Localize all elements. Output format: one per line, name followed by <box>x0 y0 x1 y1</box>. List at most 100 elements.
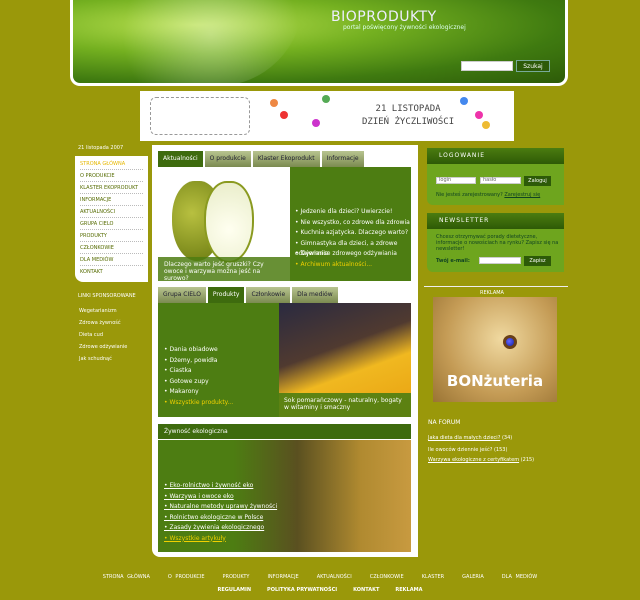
ad-brand: BONżuteria <box>446 372 544 390</box>
menu-item[interactable]: STRONA GŁÓWNA <box>80 158 143 170</box>
search-input[interactable] <box>461 61 513 71</box>
footer-link-regulamin[interactable]: REGULAMIN <box>218 587 252 593</box>
divider <box>424 286 568 287</box>
kids-illustration <box>150 97 250 135</box>
sponsor-link[interactable]: Zdrowe odżywianie <box>79 344 127 350</box>
tab-cielo[interactable]: Grupa CIELO <box>158 287 206 303</box>
footer-link[interactable]: GALERIA <box>462 574 484 580</box>
juice-image: Sok pomarańczowy - naturalny, bogaty w w… <box>279 303 411 417</box>
forum-link[interactable]: Warzywa ekologiczne z certyfikatem <box>428 457 519 463</box>
forum-link[interactable]: Jaka dieta dla małych dzieci? <box>428 435 500 441</box>
footer-link-contact[interactable]: KONTAKT <box>353 587 379 593</box>
tab-members[interactable]: Członkowie <box>246 287 291 303</box>
footer-link[interactable]: INFORMACJE <box>267 574 298 580</box>
tab-cluster[interactable]: Klaster Ekoprodukt <box>252 151 320 167</box>
menu-item[interactable]: INFORMACJE <box>80 194 143 206</box>
heart-icon <box>460 97 468 105</box>
forum-link[interactable]: Ile owoców dziennie jeść? <box>428 447 492 453</box>
footer-link[interactable]: KLASTER <box>422 574 444 580</box>
search-button[interactable]: Szukaj <box>516 60 550 72</box>
menu-item[interactable]: GRUPA CIELO <box>80 218 143 230</box>
bonzuteria-ad[interactable]: BONżuteria <box>433 297 557 402</box>
heart-icon <box>312 119 320 127</box>
news-caption[interactable]: Dlaczego warto jeść gruszki? Czy owoce i… <box>158 257 290 281</box>
footer-link[interactable]: AKTUALNOŚCI <box>317 574 352 580</box>
news-item[interactable]: Jedzenie dla dzieci? Uwierzcie! <box>295 207 411 218</box>
logo[interactable]: BIOPRODUKTY <box>331 9 437 25</box>
register-question: Nie jesteś zarejestrowany? <box>436 192 503 198</box>
eco-article[interactable]: Zasady żywienia ekologicznego <box>164 523 277 534</box>
leaf-image <box>73 0 303 83</box>
menu-item[interactable]: AKTUALNOŚCI <box>80 206 143 218</box>
footer-link[interactable]: PRODUKTY <box>223 574 250 580</box>
heart-icon <box>280 111 288 119</box>
tab-media[interactable]: Dla mediów <box>292 287 338 303</box>
eco-article[interactable]: Naturalne metody uprawy żywności <box>164 502 277 513</box>
news-item[interactable]: Tajemnice zdrowego odżywiania <box>295 249 411 260</box>
heart-icon <box>482 121 490 129</box>
footer-legal: REGULAMIN POLITYKA PRYWATNOŚCI KONTAKT REKL… <box>0 587 640 593</box>
menu-item[interactable]: KLASTER EKOPRODUKT <box>80 182 143 194</box>
news-item[interactable]: Gimnastyka dla dzieci, a zdrowe odżywian… <box>295 239 411 258</box>
footer-link[interactable]: STRONA GŁÓWNA <box>103 574 150 580</box>
menu-item[interactable]: KONTAKT <box>80 266 143 278</box>
footer-link-privacy[interactable]: POLITYKA PRYWATNOŚCI <box>267 587 337 593</box>
register-link[interactable]: Zarejestruj się <box>504 192 540 198</box>
product-item[interactable]: Gotowe zupy <box>164 377 233 388</box>
login-input[interactable]: login <box>436 177 476 184</box>
ad-label: REKLAMA <box>480 290 504 296</box>
product-item[interactable]: Makarony <box>164 387 233 398</box>
forum-count: (153) <box>493 447 508 453</box>
all-products-link[interactable]: Wszystkie produkty... <box>164 398 233 409</box>
eco-article[interactable]: Eko-rolnictwo i żywność eko <box>164 481 277 492</box>
eco-article[interactable]: Warzywa i owoce eko <box>164 492 277 503</box>
footer-link-ads[interactable]: REKLAMA <box>395 587 422 593</box>
subscribe-button[interactable]: Zapisz <box>524 256 551 266</box>
menu-item[interactable]: CZŁONKOWIE <box>80 242 143 254</box>
sponsor-link[interactable]: Wegetarianizm <box>79 308 117 314</box>
menu-item[interactable]: DLA MEDIÓW <box>80 254 143 266</box>
pear-image: Dlaczego warto jeść gruszki? Czy owoce i… <box>158 167 290 281</box>
product-item[interactable]: Ciastka <box>164 366 233 377</box>
products-box: Dania obiadowe Dżemy, powidła Ciastka Go… <box>158 303 411 417</box>
product-item[interactable]: Dżemy, powidła <box>164 356 233 367</box>
current-date: 21 listopada 2007 <box>78 145 124 151</box>
footer-link[interactable]: O PRODUKCIE <box>168 574 205 580</box>
email-input[interactable] <box>479 257 521 264</box>
password-input[interactable]: hasło <box>480 177 521 184</box>
banner-date: 21 LISTOPADA <box>375 104 441 114</box>
login-box: LOGOWANIE login hasło Zaloguj Nie jesteś… <box>427 148 564 205</box>
newsletter-box: NEWSLETTER Chcesz otrzymywać porady diet… <box>427 213 564 272</box>
sponsor-link[interactable]: Dieta cud <box>79 332 103 338</box>
login-button[interactable]: Zaloguj <box>524 176 551 186</box>
tab-info[interactable]: Informacje <box>321 151 364 167</box>
eco-article[interactable]: Rolnictwo ekologiczne w Polsce <box>164 513 277 524</box>
center-panel: Aktualności O produkcie Klaster Ekoprodu… <box>152 145 418 557</box>
news-item[interactable]: Nie wszystko, co zdrowe dla zdrowia <box>295 218 411 229</box>
news-box: Dlaczego warto jeść gruszki? Czy owoce i… <box>158 167 411 281</box>
email-label: Twój e-mail: <box>436 258 470 264</box>
tab-about[interactable]: O produkcie <box>204 151 251 167</box>
all-articles-link[interactable]: Wszystkie artykuły <box>164 534 277 545</box>
sponsor-link[interactable]: Jak schudnąć <box>79 356 112 362</box>
tab-news[interactable]: Aktualności <box>158 151 203 167</box>
footer-link[interactable]: CZŁONKOWIE <box>370 574 404 580</box>
menu-item[interactable]: PRODUKTY <box>80 230 143 242</box>
sponsor-link[interactable]: Zdrowa żywność <box>79 320 121 326</box>
main-menu: STRONA GŁÓWNA O PRODUKCIE KLASTER EKOPRO… <box>75 156 148 282</box>
header: BIOPRODUKTY portal poświęcony żywności e… <box>70 0 568 86</box>
tab-products[interactable]: Produkty <box>207 287 245 303</box>
product-item[interactable]: Dania obiadowe <box>164 345 233 356</box>
menu-item[interactable]: O PRODUKCIE <box>80 170 143 182</box>
sponsor-title: LINKI SPONSOROWANE <box>78 293 136 299</box>
forum-count: (215) <box>520 457 535 463</box>
news-archive-link[interactable]: Archiwum aktualności... <box>295 260 411 271</box>
banner-ad[interactable]: 21 LISTOPADA DZIEŃ ŻYCZLIWOŚCI <box>140 91 514 141</box>
forum-title: NA FORUM <box>428 419 461 426</box>
heart-icon <box>475 111 483 119</box>
forum-count: (34) <box>501 435 513 441</box>
news-item[interactable]: Kuchnia azjatycka. Dlaczego warto? <box>295 228 411 239</box>
eco-box: Żywność ekologiczna Eko-rolnictwo i żywn… <box>158 424 411 552</box>
footer-link[interactable]: DLA MEDIÓW <box>502 574 537 580</box>
juice-caption[interactable]: Sok pomarańczowy - naturalny, bogaty w w… <box>279 393 411 417</box>
